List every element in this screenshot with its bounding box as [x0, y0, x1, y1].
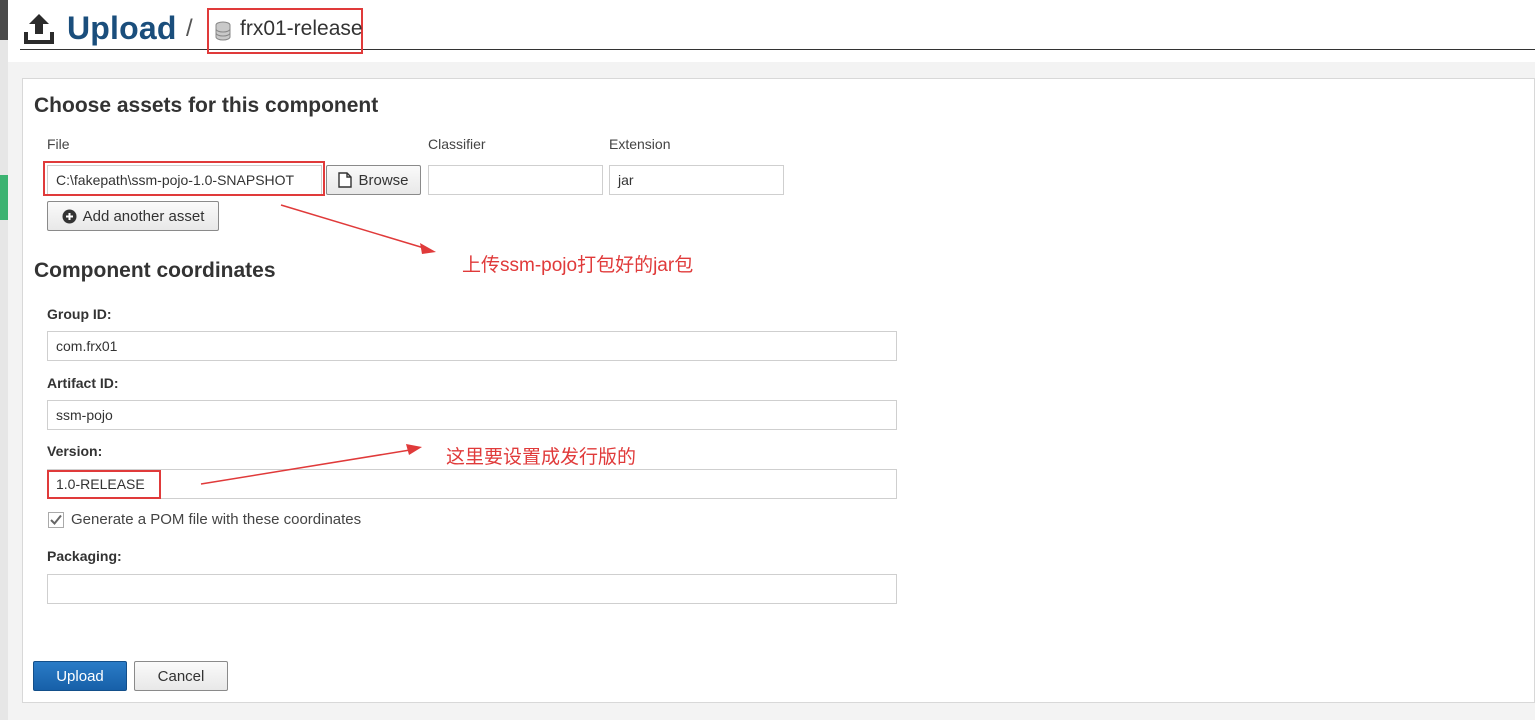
breadcrumb-repository[interactable]: frx01-release	[240, 17, 363, 41]
plus-circle-icon	[62, 209, 77, 223]
coordinates-section-title: Component coordinates	[34, 259, 276, 282]
version-label: Version:	[47, 443, 103, 459]
jar-annotation: 上传ssm-pojo打包好的jar包	[462, 255, 694, 276]
breadcrumb-separator: /	[186, 15, 193, 42]
file-label: File	[47, 136, 70, 152]
version-input[interactable]: 1.0-RELEASE	[47, 469, 897, 499]
artifact-id-input[interactable]: ssm-pojo	[47, 400, 897, 430]
packaging-label: Packaging:	[47, 548, 122, 564]
version-highlight-box	[47, 470, 161, 499]
group-id-input[interactable]: com.frx01	[47, 331, 897, 361]
browse-button[interactable]: Browse	[326, 165, 421, 195]
left-nav-strip	[0, 0, 8, 720]
cancel-button[interactable]: Cancel	[134, 661, 228, 691]
database-icon	[215, 21, 231, 41]
extension-label: Extension	[609, 136, 671, 152]
upload-button[interactable]: Upload	[33, 661, 127, 691]
version-annotation: 这里要设置成发行版的	[446, 447, 637, 468]
group-id-label: Group ID:	[47, 306, 112, 322]
packaging-input[interactable]	[47, 574, 897, 604]
nav-strip-top	[0, 0, 8, 40]
classifier-label: Classifier	[428, 136, 486, 152]
artifact-id-label: Artifact ID:	[47, 375, 119, 391]
nav-active-indicator	[0, 175, 8, 220]
assets-section-title: Choose assets for this component	[34, 94, 379, 117]
file-icon	[338, 172, 353, 188]
generate-pom-label: Generate a POM file with these coordinat…	[71, 511, 362, 528]
file-highlight-box	[43, 161, 325, 196]
add-asset-label: Add another asset	[82, 207, 205, 225]
page-title: Upload	[67, 10, 177, 46]
extension-input[interactable]: jar	[609, 165, 784, 195]
add-asset-button[interactable]: Add another asset	[47, 201, 219, 231]
browse-label: Browse	[358, 171, 409, 189]
upload-icon	[24, 14, 54, 44]
classifier-input[interactable]	[428, 165, 603, 195]
generate-pom-checkbox[interactable]	[48, 512, 64, 528]
